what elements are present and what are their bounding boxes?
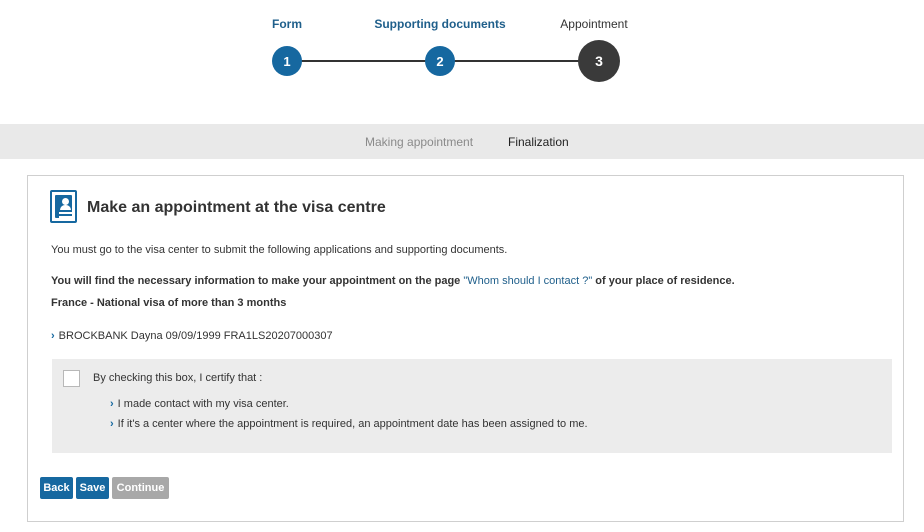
step-connector [453, 60, 579, 62]
chevron-right-icon: › [110, 398, 114, 410]
panel-title: Make an appointment at the visa centre [87, 199, 386, 216]
step-1-circle[interactable]: 1 [272, 46, 302, 76]
chevron-right-icon: › [51, 330, 55, 342]
certify-item: › If it's a center where the appointment … [110, 418, 588, 430]
applicant-item[interactable]: › BROCKBANK Dayna 09/09/1999 FRA1LS202070… [51, 330, 333, 342]
save-button[interactable]: Save [76, 477, 109, 499]
sub-step-bar: Making appointment Finalization [0, 124, 924, 159]
step-label-form[interactable]: Form [272, 17, 302, 31]
id-card-icon [50, 190, 77, 223]
step-label-supporting-documents[interactable]: Supporting documents [374, 17, 505, 31]
step-2-circle[interactable]: 2 [425, 46, 455, 76]
progress-stepper: Form Supporting documents Appointment 1 … [0, 0, 924, 124]
certify-item-text: I made contact with my visa center. [117, 398, 289, 410]
step-connector [300, 60, 428, 62]
info-text-after: of your place of residence. [592, 275, 735, 287]
info-text-before: You will find the necessary information … [51, 275, 464, 287]
certify-label[interactable]: By checking this box, I certify that : [93, 372, 262, 384]
subtab-making-appointment[interactable]: Making appointment [365, 135, 473, 149]
back-button[interactable]: Back [40, 477, 73, 499]
applicant-text: BROCKBANK Dayna 09/09/1999 FRA1LS2020700… [58, 330, 333, 342]
certify-item: › I made contact with my visa center. [110, 398, 289, 410]
certify-box: By checking this box, I certify that : ›… [52, 359, 892, 453]
visa-type: France - National visa of more than 3 mo… [51, 297, 287, 309]
appointment-panel: Make an appointment at the visa centre Y… [27, 175, 904, 522]
subtab-finalization: Finalization [508, 135, 569, 149]
whom-to-contact-link[interactable]: "Whom should I contact ?" [463, 275, 592, 287]
intro-text: You must go to the visa center to submit… [51, 244, 508, 256]
info-text: You will find the necessary information … [51, 275, 735, 287]
step-label-appointment: Appointment [560, 17, 628, 31]
chevron-right-icon: › [110, 418, 114, 430]
continue-button[interactable]: Continue [112, 477, 169, 499]
certify-checkbox[interactable] [63, 370, 80, 387]
step-3-circle: 3 [578, 40, 620, 82]
certify-item-text: If it's a center where the appointment i… [117, 418, 588, 430]
